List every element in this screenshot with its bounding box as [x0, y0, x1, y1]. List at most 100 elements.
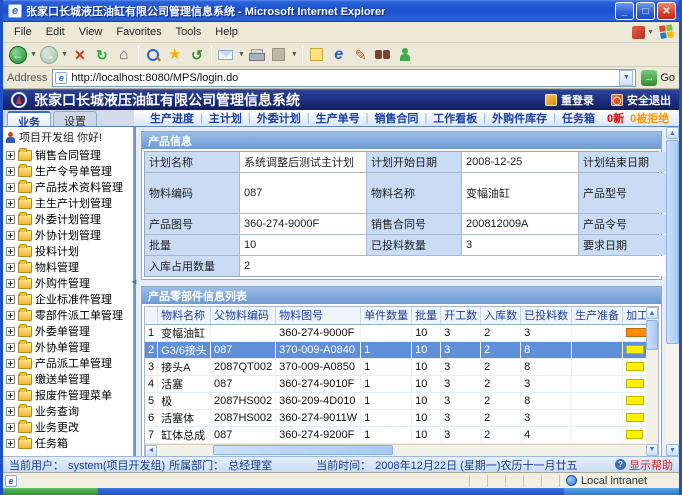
sidebar-item-0[interactable]: 销售合同管理 — [3, 147, 133, 163]
maximize-button[interactable]: □ — [636, 2, 655, 20]
column-header[interactable]: 已投料数 — [521, 307, 572, 324]
nav-item-5[interactable]: 工作看板 — [427, 110, 483, 126]
expand-icon[interactable] — [6, 359, 15, 368]
menu-help[interactable]: Help — [208, 24, 245, 40]
chevron-down-icon[interactable]: ▼ — [647, 29, 654, 36]
column-header[interactable]: 单件数量 — [361, 307, 412, 324]
tab-设置[interactable]: 设置 — [53, 111, 97, 126]
menu-edit[interactable]: Edit — [39, 24, 72, 40]
parts-row[interactable]: 6活塞体2087HS002360-274-9011W11032320 % — [145, 409, 646, 426]
tools-icon[interactable]: ✎ — [350, 44, 372, 66]
expand-icon[interactable] — [6, 199, 15, 208]
sidebar-item-6[interactable]: 投料计划 — [3, 243, 133, 259]
expand-icon[interactable] — [6, 167, 15, 176]
expand-icon[interactable] — [6, 391, 15, 400]
address-dropdown-icon[interactable]: ▼ — [619, 70, 633, 86]
scroll-left-icon[interactable]: ◄ — [145, 445, 157, 457]
expand-icon[interactable] — [6, 231, 15, 240]
stop-icon[interactable]: ✕ — [69, 44, 91, 66]
expand-icon[interactable] — [6, 295, 15, 304]
history-icon[interactable]: ↺ — [186, 44, 208, 66]
sidebar-item-13[interactable]: 产品派工单管理 — [3, 355, 133, 371]
expand-icon[interactable] — [6, 407, 15, 416]
parts-row[interactable]: 5极2087HS002360-209-4D01011032820 % — [145, 392, 646, 409]
column-header[interactable]: 父物料编码 — [210, 307, 275, 324]
nav-item-2[interactable]: 外委计划 — [251, 110, 307, 126]
sidebar-item-3[interactable]: 主生产计划管理 — [3, 195, 133, 211]
menu-favorites[interactable]: Favorites — [109, 24, 168, 40]
sidebar-splitter[interactable]: ◄ — [134, 127, 136, 456]
page-scroll-up-icon[interactable]: ▲ — [666, 127, 679, 139]
sidebar-item-1[interactable]: 生产令号单管理 — [3, 163, 133, 179]
sidebar-item-4[interactable]: 外委计划管理 — [3, 211, 133, 227]
start-button-edge[interactable] — [3, 488, 98, 495]
sidebar-item-10[interactable]: 零部件派工单管理 — [3, 307, 133, 323]
sidebar-item-11[interactable]: 外委单管理 — [3, 323, 133, 339]
expand-icon[interactable] — [6, 439, 15, 448]
column-header[interactable]: 物料名称 — [158, 307, 211, 324]
home-icon[interactable]: ⌂ — [113, 44, 135, 66]
expand-icon[interactable] — [6, 279, 15, 288]
expand-icon[interactable] — [6, 183, 15, 192]
nav-item-6[interactable]: 外购件库存 — [486, 110, 553, 126]
expand-icon[interactable] — [6, 263, 15, 272]
parts-row[interactable]: 3接头A2087QT002370-009-A085011032820 % — [145, 358, 646, 375]
mail-icon[interactable] — [215, 44, 237, 66]
forward-icon[interactable]: → — [38, 44, 60, 66]
column-header[interactable] — [145, 307, 158, 324]
print-icon[interactable] — [246, 44, 268, 66]
expand-icon[interactable] — [6, 375, 15, 384]
expand-icon[interactable] — [6, 215, 15, 224]
forward-drop-icon[interactable]: ▼ — [61, 51, 68, 58]
page-scroll-down-icon[interactable]: ▼ — [666, 444, 679, 456]
go-button[interactable]: → Go — [641, 70, 675, 86]
sidebar-item-18[interactable]: 任务箱 — [3, 435, 133, 451]
column-header[interactable]: 批量 — [412, 307, 441, 324]
logout-button[interactable]: ◯ 安全退出 — [611, 92, 671, 108]
sidebar-item-12[interactable]: 外协单管理 — [3, 339, 133, 355]
parts-row[interactable]: 4活塞087360-274-9010F11032320 % — [145, 375, 646, 392]
page-vertical-scrollbar[interactable]: ▲ ▼ — [666, 127, 679, 456]
refresh-icon[interactable]: ↻ — [91, 44, 113, 66]
column-header[interactable]: 生产准备 — [572, 307, 623, 324]
address-input[interactable]: e http://localhost:8080/MPS/login.do ▼ — [52, 69, 636, 87]
scroll-up-icon[interactable]: ▲ — [646, 307, 658, 319]
edit-icon[interactable] — [268, 44, 290, 66]
expand-icon[interactable] — [6, 343, 15, 352]
sidebar-item-9[interactable]: 企业标准件管理 — [3, 291, 133, 307]
parts-row[interactable]: 1变幅油缸360-274-9000F1032329 % — [145, 324, 646, 341]
expand-icon[interactable] — [6, 151, 15, 160]
nav-item-3[interactable]: 生产单号 — [310, 110, 366, 126]
close-button[interactable]: ✕ — [657, 2, 676, 20]
column-header[interactable]: 加工进度 — [623, 307, 646, 324]
sidebar-item-7[interactable]: 物料管理 — [3, 259, 133, 275]
expand-icon[interactable] — [6, 311, 15, 320]
minimize-button[interactable]: _ — [615, 2, 634, 20]
menu-file[interactable]: File — [7, 24, 39, 40]
notes-icon[interactable] — [306, 44, 328, 66]
sidebar-item-15[interactable]: 报废件管理菜单 — [3, 387, 133, 403]
parts-row[interactable]: 2G3/6接头087370-009-A084011032820 % — [145, 341, 646, 358]
parts-row[interactable]: 7缸体总成087360-274-9200F11032419 % — [145, 426, 646, 443]
back-icon[interactable]: ← — [7, 44, 29, 66]
menu-tools[interactable]: Tools — [169, 24, 209, 40]
messenger-icon[interactable] — [394, 44, 416, 66]
menu-view[interactable]: View — [72, 24, 110, 40]
sidebar-item-17[interactable]: 业务更改 — [3, 419, 133, 435]
sidebar-item-16[interactable]: 业务查询 — [3, 403, 133, 419]
expand-icon[interactable] — [6, 247, 15, 256]
expand-icon[interactable] — [6, 327, 15, 336]
sidebar-item-14[interactable]: 缴送单管理 — [3, 371, 133, 387]
nav-item-0[interactable]: 生产进度 — [144, 110, 200, 126]
column-header[interactable]: 入库数 — [481, 307, 521, 324]
edit-drop-icon[interactable]: ▼ — [291, 51, 298, 58]
favorites-icon[interactable]: ★ — [164, 44, 186, 66]
tab-业务[interactable]: 业务 — [7, 111, 51, 126]
column-header[interactable]: 开工数 — [441, 307, 481, 324]
relogin-button[interactable]: 重登录 — [545, 92, 594, 108]
nav-item-7[interactable]: 任务箱 — [556, 110, 601, 126]
parts-vertical-scrollbar[interactable]: ▲ ▼ — [646, 307, 658, 456]
sidebar-item-5[interactable]: 外协计划管理 — [3, 227, 133, 243]
scroll-down-icon[interactable]: ▼ — [646, 444, 658, 456]
find-icon[interactable] — [372, 44, 394, 66]
